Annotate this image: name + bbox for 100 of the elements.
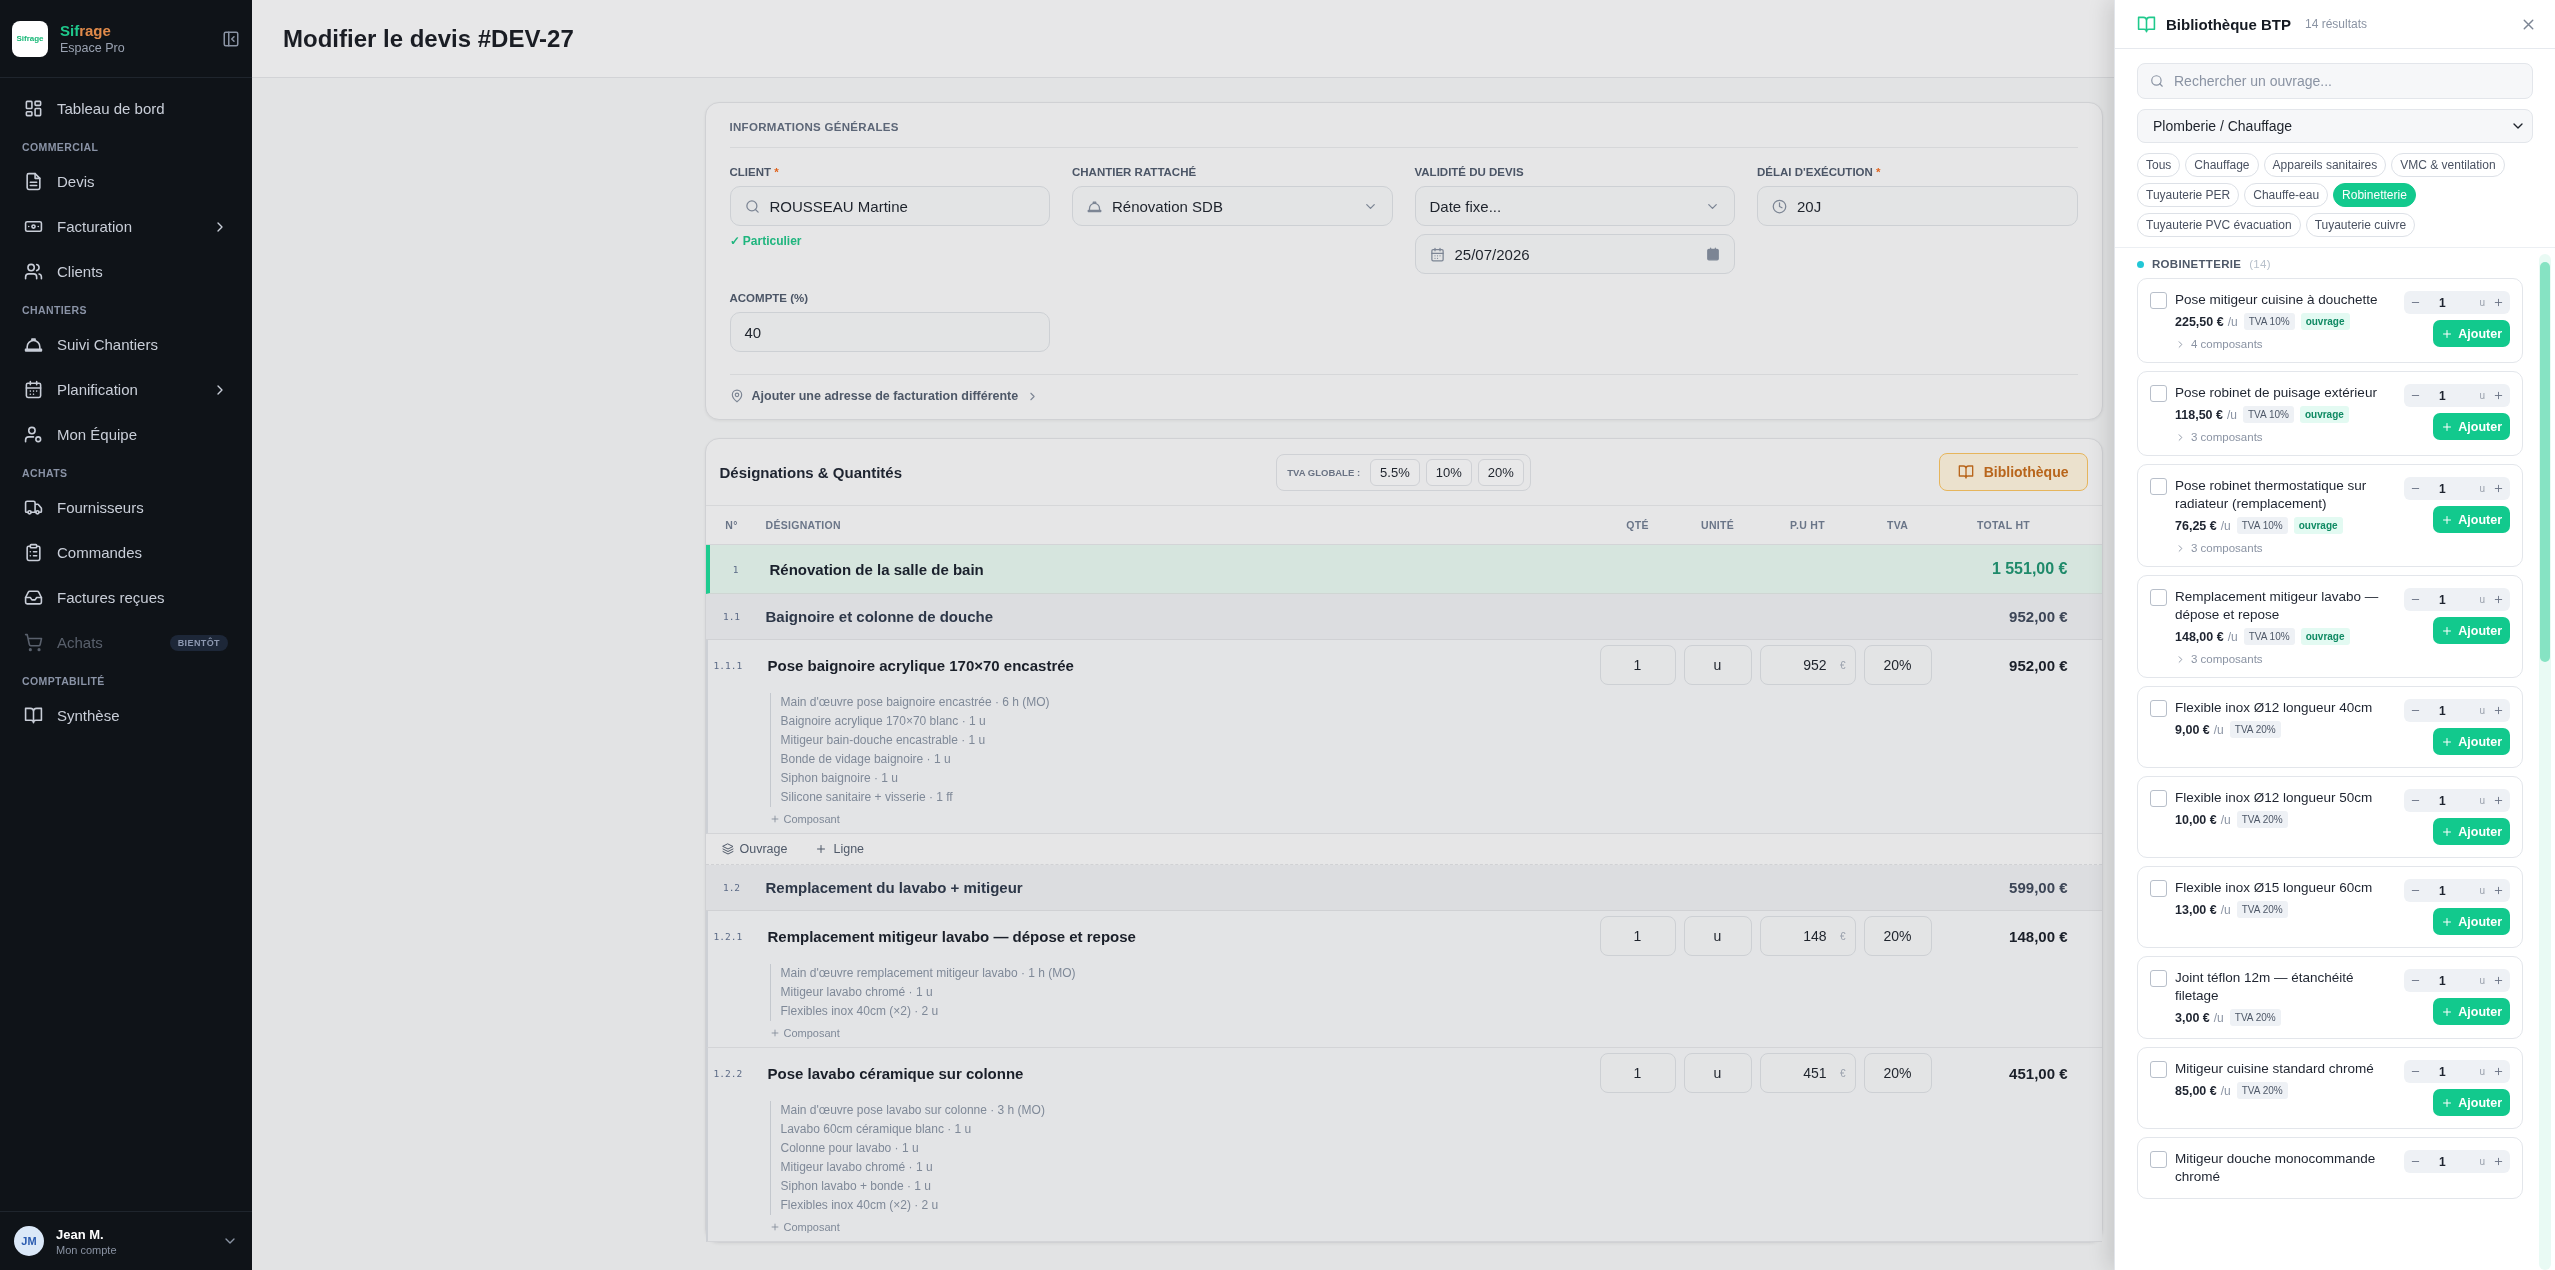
quantity-field[interactable]: 1: [1599, 916, 1676, 956]
checkbox[interactable]: [2150, 880, 2167, 897]
quantity-stepper[interactable]: 1 u: [2404, 879, 2510, 902]
component-line: Bonde de vidage baignoire · 1 u: [769, 750, 2102, 769]
select-field[interactable]: Date fixe...: [1414, 186, 1735, 226]
vat-option[interactable]: 10%: [1425, 458, 1472, 486]
unit-price-field[interactable]: 952 €: [1759, 645, 1856, 685]
checkbox[interactable]: [2150, 1061, 2167, 1078]
plus-icon: [2441, 825, 2454, 838]
category-select[interactable]: Plomberie / Chauffage: [2137, 109, 2533, 143]
input-field[interactable]: 40: [729, 312, 1050, 352]
drawer-title: Bibliothèque BTP: [2166, 15, 2291, 33]
vat-option[interactable]: 5.5%: [1370, 458, 1420, 486]
add-work-button[interactable]: Ouvrage: [721, 842, 788, 856]
unit-price-field[interactable]: 451 €: [1759, 1053, 1856, 1093]
item-price: 13,00 €: [2175, 902, 2217, 917]
plus-icon: [769, 814, 780, 824]
component-line: Main d'œuvre pose lavabo sur colonne · 3 h (MO): [769, 1101, 2102, 1120]
nav-item[interactable]: Commandes: [12, 530, 240, 575]
quantity-stepper[interactable]: 1 u: [2404, 699, 2510, 722]
item-title: Remplacement mitigeur lavabo — dépose et repose: [767, 927, 1137, 945]
filter-chip[interactable]: Tuyauterie PVC évacuation: [2137, 213, 2301, 237]
unit-price-field[interactable]: 148 €: [1759, 916, 1856, 956]
quantity-stepper[interactable]: 1 u: [2404, 384, 2510, 407]
quantity-stepper[interactable]: 1 u: [2404, 1150, 2510, 1173]
user-menu[interactable]: JM Jean M. Mon compte: [0, 1211, 252, 1270]
nav-item[interactable]: Tableau de bord: [12, 86, 240, 131]
vat-field[interactable]: 20%: [1863, 645, 1932, 685]
price-unit: /u: [2213, 722, 2224, 737]
nav-item[interactable]: Mon Équipe: [12, 412, 240, 457]
add-line-button[interactable]: Ligne: [815, 842, 865, 856]
vat-tag: TVA 20%: [2236, 1082, 2288, 1099]
vat-option[interactable]: 20%: [1477, 458, 1524, 486]
column-header: DÉSIGNATION: [765, 519, 842, 531]
checkbox[interactable]: [2150, 970, 2167, 987]
quantity-stepper[interactable]: 1 u: [2404, 969, 2510, 992]
grid-icon: [24, 99, 43, 118]
item-price: 10,00 €: [2175, 812, 2217, 827]
layers-icon: [721, 843, 734, 855]
quantity-stepper[interactable]: 1 u: [2404, 789, 2510, 812]
nav-item[interactable]: Fournisseurs: [12, 485, 240, 530]
vat-tag: TVA 20%: [2236, 811, 2288, 828]
component-line: Lavabo 60cm céramique blanc · 1 u: [769, 1120, 2102, 1139]
date-field[interactable]: 25/07/2026: [1414, 234, 1735, 274]
unit-field[interactable]: u: [1683, 1053, 1752, 1093]
unit-field[interactable]: u: [1683, 916, 1752, 956]
group-title: Remplacement du lavabo + mitigeur: [765, 879, 1024, 896]
select-field[interactable]: Rénovation SDB: [1072, 186, 1393, 226]
input-field[interactable]: 20J: [1757, 186, 2078, 226]
checkbox[interactable]: [2150, 700, 2167, 717]
nav-item[interactable]: Planification: [12, 367, 240, 412]
type-tag: ouvrage: [2299, 406, 2349, 423]
checkbox[interactable]: [2150, 790, 2167, 807]
nav-item[interactable]: Clients: [12, 249, 240, 294]
nav-item[interactable]: Devis: [12, 159, 240, 204]
scrollbar[interactable]: [2539, 254, 2551, 1270]
billing-address-link[interactable]: Ajouter une adresse de facturation différente: [729, 389, 1040, 403]
group-total: 599,00 €: [2008, 879, 2068, 896]
search-field[interactable]: ROUSSEAU Martine: [729, 186, 1050, 226]
checkbox[interactable]: [2150, 478, 2167, 495]
component-line: Silicone sanitaire + visserie · 1 ff: [769, 788, 2102, 807]
quantity-field[interactable]: 1: [1599, 645, 1676, 685]
vat-field[interactable]: 20%: [1863, 916, 1932, 956]
checkbox[interactable]: [2150, 1151, 2167, 1168]
vat-tag: TVA 20%: [2229, 1009, 2281, 1026]
nav-item[interactable]: Synthèse: [12, 693, 240, 738]
filter-chip[interactable]: Tuyauterie PER: [2137, 183, 2240, 207]
filter-chip[interactable]: Chauffage: [2185, 153, 2259, 177]
filter-chip[interactable]: Tuyauterie cuivre: [2305, 213, 2416, 237]
helmet-icon: [1087, 198, 1102, 214]
vat-field[interactable]: 20%: [1863, 1053, 1932, 1093]
user-name: Jean M.: [56, 1226, 105, 1242]
row-number: 1.2.1: [712, 930, 744, 942]
nav-item[interactable]: Facturation: [12, 204, 240, 249]
nav-item[interactable]: Suivi Chantiers: [12, 322, 240, 367]
checkbox[interactable]: [2150, 589, 2167, 606]
filter-chip[interactable]: Chauffe-eau: [2244, 183, 2329, 207]
plus-icon: [2493, 795, 2504, 806]
plus-icon: [2441, 624, 2454, 637]
filter-chip[interactable]: VMC & ventilation: [2391, 153, 2505, 177]
component-line: Mitigeur lavabo chromé · 1 u: [769, 1158, 2102, 1177]
filter-chip[interactable]: Appareils sanitaires: [2263, 153, 2387, 177]
component-line: Mitigeur bain-douche encastrable · 1 u: [769, 731, 2102, 750]
nav-item[interactable]: Factures reçues: [12, 575, 240, 620]
filter-chip[interactable]: Tous: [2137, 153, 2181, 177]
component-line: Colonne pour lavabo · 1 u: [769, 1139, 2102, 1158]
quantity-stepper[interactable]: 1 u: [2404, 291, 2510, 314]
quantity-stepper[interactable]: 1 u: [2404, 1060, 2510, 1083]
item-name: Flexible inox Ø12 longueur 50cm: [2175, 789, 2374, 807]
quantity-field[interactable]: 1: [1599, 1053, 1676, 1093]
quantity-stepper[interactable]: 1 u: [2404, 477, 2510, 500]
status-dot: [2137, 260, 2144, 268]
quantity-stepper[interactable]: 1 u: [2404, 588, 2510, 611]
clock-icon: [1772, 198, 1787, 214]
checkbox[interactable]: [2150, 385, 2167, 402]
checkbox[interactable]: [2150, 292, 2167, 309]
unit-field[interactable]: u: [1683, 645, 1752, 685]
page-title: Modifier le devis #DEV-27: [283, 24, 574, 53]
book-icon: [2137, 14, 2156, 34]
component-line: Main d'œuvre pose baignoire encastrée · 6 h (MO): [769, 693, 2102, 712]
